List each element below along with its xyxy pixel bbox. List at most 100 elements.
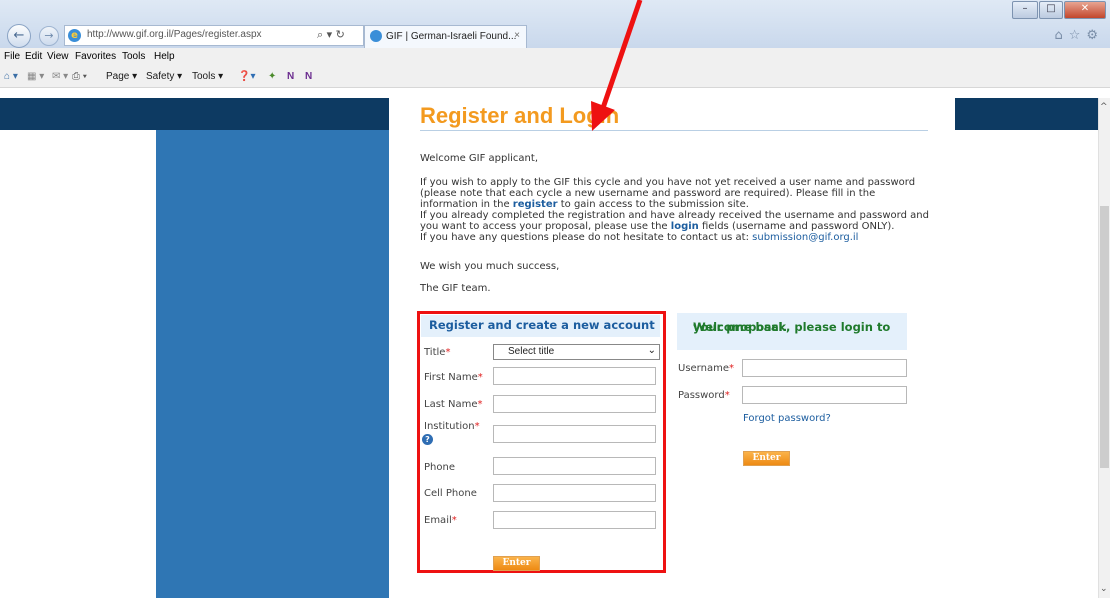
feeds-icon[interactable]: ▦ ▾ bbox=[27, 71, 44, 82]
intro-line-6a: If you have any questions please do not … bbox=[420, 232, 749, 243]
required-mark: * bbox=[724, 390, 730, 401]
required-mark: * bbox=[477, 372, 483, 383]
scrollbar-thumb[interactable] bbox=[1100, 206, 1109, 468]
email-input[interactable] bbox=[493, 511, 656, 529]
first-name-input[interactable] bbox=[493, 367, 656, 385]
email-label-text: Email bbox=[424, 515, 452, 526]
menu-edit[interactable]: Edit bbox=[25, 51, 42, 62]
last-name-label-text: Last Name bbox=[424, 399, 478, 410]
intro-line-3: information in the register to gain acce… bbox=[420, 199, 749, 210]
page-title: Register and Login bbox=[420, 103, 620, 128]
intro-wish: We wish you much success, bbox=[420, 261, 560, 272]
cell-phone-label: Cell Phone bbox=[424, 488, 477, 499]
intro-line-1: If you wish to apply to the GIF this cyc… bbox=[420, 177, 916, 188]
tools-menu[interactable]: Tools ▾ bbox=[192, 71, 223, 82]
password-label: Password* bbox=[678, 390, 730, 401]
home-favorites-settings-icons[interactable]: ⌂☆⚙ bbox=[1054, 28, 1104, 43]
email-label: Email* bbox=[424, 515, 457, 526]
page-menu[interactable]: Page ▾ bbox=[106, 71, 137, 82]
title-select-value: Select title bbox=[508, 346, 555, 357]
intro-signoff: The GIF team. bbox=[420, 283, 491, 294]
back-arrow-icon: ← bbox=[13, 28, 25, 43]
cell-phone-input[interactable] bbox=[493, 484, 656, 502]
institution-label: Institution* bbox=[424, 421, 480, 432]
menu-help[interactable]: Help bbox=[154, 51, 175, 62]
menu-file[interactable]: File bbox=[4, 51, 20, 62]
password-label-text: Password bbox=[678, 390, 725, 401]
last-name-label: Last Name* bbox=[424, 399, 483, 410]
safety-menu[interactable]: Safety ▾ bbox=[146, 71, 182, 82]
username-label: Username* bbox=[678, 363, 734, 374]
minimize-button[interactable]: – bbox=[1012, 1, 1038, 19]
title-label-text: Title bbox=[424, 347, 446, 358]
last-name-input[interactable] bbox=[493, 395, 656, 413]
register-enter-button[interactable]: Enter bbox=[493, 556, 540, 571]
back-button[interactable]: ← bbox=[7, 24, 31, 48]
login-heading-line2: your proposal. bbox=[693, 320, 788, 334]
institution-input[interactable] bbox=[493, 425, 656, 443]
scroll-down-icon[interactable]: ⌄ bbox=[1100, 584, 1108, 594]
intro-line-2: (please note that each cycle a new usern… bbox=[420, 188, 876, 199]
address-url: http://www.gif.org.il/Pages/register.asp… bbox=[87, 29, 262, 40]
address-bar[interactable]: e http://www.gif.org.il/Pages/register.a… bbox=[64, 25, 364, 46]
header-band-center bbox=[156, 98, 389, 130]
required-mark: * bbox=[474, 421, 480, 432]
window-controls: – □ ✕ bbox=[1011, 1, 1106, 19]
menu-bar: File Edit View Favorites Tools Help bbox=[0, 48, 1110, 67]
register-heading-bar: Register and create a new account bbox=[421, 315, 660, 337]
home-icon[interactable]: ⌂ ▾ bbox=[4, 71, 18, 82]
help-icon[interactable]: ❓▾ bbox=[238, 71, 255, 82]
username-label-text: Username bbox=[678, 363, 729, 374]
contact-email-link[interactable]: submission@gif.org.il bbox=[752, 232, 858, 243]
title-divider bbox=[420, 130, 928, 131]
register-link[interactable]: register bbox=[513, 199, 558, 210]
onenote-send-icon[interactable]: N bbox=[305, 71, 312, 82]
intro-line-4: If you already completed the registratio… bbox=[420, 210, 929, 221]
first-name-label-text: First Name bbox=[424, 372, 478, 383]
mail-icon[interactable]: ✉ ▾ bbox=[52, 71, 68, 82]
tab-favicon-icon bbox=[370, 30, 382, 42]
required-mark: * bbox=[728, 363, 734, 374]
header-band-left bbox=[0, 98, 156, 130]
onenote-icon[interactable]: N bbox=[287, 71, 294, 82]
phone-label: Phone bbox=[424, 462, 455, 473]
login-heading-bar: Welcome back, please login to your propos… bbox=[677, 313, 907, 350]
intro-line-3a: information in the bbox=[420, 199, 510, 210]
login-enter-button[interactable]: Enter bbox=[743, 451, 790, 466]
forgot-password-link[interactable]: Forgot password? bbox=[743, 413, 831, 424]
ie-logo-icon: e bbox=[68, 29, 81, 42]
intro-greeting: Welcome GIF applicant, bbox=[420, 153, 538, 164]
intro-line-5: you want to access your proposal, please… bbox=[420, 221, 894, 232]
print-icon[interactable]: ⎙ ▾ bbox=[72, 71, 87, 82]
login-link[interactable]: login bbox=[671, 221, 699, 232]
toolbar-spacer bbox=[0, 88, 1110, 98]
browser-tab[interactable]: GIF | German-Israeli Found... × bbox=[364, 25, 527, 48]
intro-line-3b: to gain access to the submission site. bbox=[560, 199, 749, 210]
forward-arrow-icon: → bbox=[44, 29, 54, 42]
register-heading: Register and create a new account bbox=[429, 318, 655, 332]
research-icon[interactable]: ✦ bbox=[268, 71, 276, 82]
password-input[interactable] bbox=[742, 386, 907, 404]
help-icon[interactable]: ? bbox=[422, 434, 433, 445]
phone-input[interactable] bbox=[493, 457, 656, 475]
intro-line-6: If you have any questions please do not … bbox=[420, 232, 858, 243]
search-refresh-icons[interactable]: ⌕ ▾ ↻ bbox=[317, 28, 345, 42]
title-select[interactable]: Select title ⌄ bbox=[493, 344, 660, 360]
blue-side-column bbox=[156, 98, 389, 598]
tab-close-icon[interactable]: × bbox=[514, 30, 520, 41]
scroll-up-icon[interactable]: ^ bbox=[1100, 102, 1108, 112]
close-window-button[interactable]: ✕ bbox=[1064, 1, 1106, 19]
title-label: Title* bbox=[424, 347, 450, 358]
intro-line-5b: fields (username and password ONLY). bbox=[701, 221, 895, 232]
institution-label-text: Institution bbox=[424, 421, 475, 432]
menu-favorites[interactable]: Favorites bbox=[75, 51, 116, 62]
menu-tools[interactable]: Tools bbox=[122, 51, 145, 62]
page-scrollbar[interactable]: ^ ⌄ bbox=[1098, 98, 1110, 598]
header-band-right bbox=[955, 98, 1098, 130]
menu-view[interactable]: View bbox=[47, 51, 69, 62]
required-mark: * bbox=[477, 399, 483, 410]
chevron-down-icon: ⌄ bbox=[647, 345, 656, 356]
maximize-button[interactable]: □ bbox=[1039, 1, 1063, 19]
username-input[interactable] bbox=[742, 359, 907, 377]
forward-button[interactable]: → bbox=[39, 26, 59, 46]
